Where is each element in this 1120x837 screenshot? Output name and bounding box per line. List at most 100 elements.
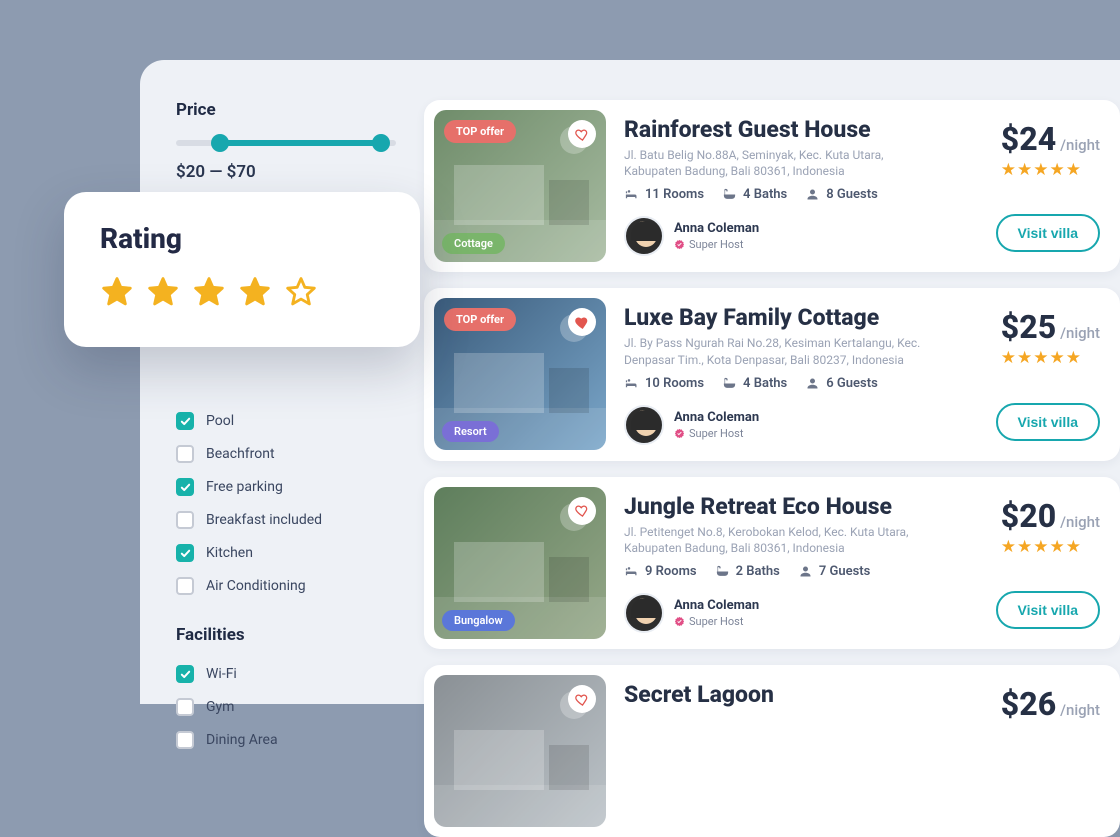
facility-item[interactable]: Gym — [176, 698, 396, 716]
host-name: Anna Coleman — [674, 221, 759, 236]
checkbox[interactable] — [176, 412, 194, 430]
price-handle-min[interactable] — [211, 134, 229, 152]
checkbox[interactable] — [176, 731, 194, 749]
favorite-button[interactable] — [568, 497, 596, 525]
facility-label: Wi-Fi — [206, 666, 237, 682]
checkbox[interactable] — [176, 665, 194, 683]
checkbox[interactable] — [176, 698, 194, 716]
facility-item[interactable]: Free parking — [176, 478, 396, 496]
listing-price-column: $25 /night ★★★★★ Visit villa — [990, 298, 1110, 450]
visit-button[interactable]: Visit villa — [996, 403, 1100, 441]
facility-item[interactable]: Wi-Fi — [176, 665, 396, 683]
facility-item[interactable]: Breakfast included — [176, 511, 396, 529]
top-offer-badge: TOP offer — [444, 120, 516, 143]
favorite-button[interactable] — [568, 120, 596, 148]
rating-star[interactable] — [238, 275, 272, 313]
host-name: Anna Coleman — [674, 410, 759, 425]
listing-details: Secret Lagoon — [624, 675, 972, 827]
listing-stars: ★★★★★ — [1001, 537, 1100, 557]
facility-label: Kitchen — [206, 545, 253, 561]
listing-price: $20 — [1001, 497, 1056, 535]
visit-button[interactable]: Visit villa — [996, 591, 1100, 629]
property-tag: Cottage — [442, 233, 505, 254]
checkbox[interactable] — [176, 577, 194, 595]
visit-button[interactable]: Visit villa — [996, 214, 1100, 252]
listing-card: TOP offer Cottage Rainforest Guest House… — [424, 100, 1120, 272]
checkbox[interactable] — [176, 511, 194, 529]
listing-stats: 9 Rooms 2 Baths 7 Guests — [624, 564, 972, 579]
facility-item[interactable]: Dining Area — [176, 731, 396, 749]
listing-address: Jl. Petitenget No.8, Kerobokan Kelod, Ke… — [624, 524, 944, 556]
stat-guests: 6 Guests — [805, 376, 878, 391]
facility-label: Pool — [206, 413, 234, 429]
listing-price: $26 — [1001, 685, 1056, 723]
host-avatar — [624, 593, 664, 633]
listing-thumbnail[interactable]: Bungalow — [434, 487, 606, 639]
listing-price-column: $26 /night — [990, 675, 1110, 827]
listing-details: Jungle Retreat Eco House Jl. Petitenget … — [624, 487, 972, 639]
stat-baths: 4 Baths — [722, 376, 787, 391]
facility-item[interactable]: Kitchen — [176, 544, 396, 562]
listing-address: Jl. Batu Belig No.88A, Seminyak, Kec. Ku… — [624, 147, 944, 179]
host-badge: Super Host — [674, 238, 759, 251]
price-range-display: $20 — $70 — [176, 162, 396, 182]
host-badge: Super Host — [674, 427, 759, 440]
host-avatar — [624, 405, 664, 445]
checkbox[interactable] — [176, 544, 194, 562]
facility-item[interactable]: Pool — [176, 412, 396, 430]
top-offer-badge: TOP offer — [444, 308, 516, 331]
listing-thumbnail[interactable]: TOP offer Cottage — [434, 110, 606, 262]
facility-item[interactable]: Beachfront — [176, 445, 396, 463]
listing-title: Rainforest Guest House — [624, 116, 972, 143]
listing-title: Secret Lagoon — [624, 681, 972, 708]
listing-thumbnail[interactable] — [434, 675, 606, 827]
listing-price: $24 — [1001, 120, 1056, 158]
listing-thumbnail[interactable]: TOP offer Resort — [434, 298, 606, 450]
facility-item[interactable]: Air Conditioning — [176, 577, 396, 595]
stat-baths: 4 Baths — [722, 187, 787, 202]
checkbox[interactable] — [176, 445, 194, 463]
property-tag: Resort — [442, 421, 499, 442]
facility-label: Free parking — [206, 479, 283, 495]
listing-details: Rainforest Guest House Jl. Batu Belig No… — [624, 110, 972, 262]
facility-label: Breakfast included — [206, 512, 322, 528]
facility-label: Beachfront — [206, 446, 275, 462]
rating-star[interactable] — [146, 275, 180, 313]
price-slider[interactable] — [176, 140, 396, 146]
facility-label: Dining Area — [206, 732, 278, 748]
price-section: Price $20 — $70 — [176, 100, 396, 182]
listing-stats: 11 Rooms 4 Baths 8 Guests — [624, 187, 972, 202]
stat-rooms: 10 Rooms — [624, 376, 704, 391]
listing-stars: ★★★★★ — [1001, 348, 1100, 368]
listing-address: Jl. By Pass Ngurah Rai No.28, Kesiman Ke… — [624, 335, 944, 367]
stat-guests: 8 Guests — [805, 187, 878, 202]
property-tag: Bungalow — [442, 610, 515, 631]
rating-star[interactable] — [284, 275, 318, 313]
rating-popover: Rating — [64, 192, 420, 347]
rating-star[interactable] — [192, 275, 226, 313]
listing-title: Luxe Bay Family Cottage — [624, 304, 972, 331]
price-title: Price — [176, 100, 396, 120]
app-window: Price $20 — $70 Pool Beachfront Free par… — [140, 60, 1120, 704]
listing-stats: 10 Rooms 4 Baths 6 Guests — [624, 376, 972, 391]
listing-title: Jungle Retreat Eco House — [624, 493, 972, 520]
listing-card: Bungalow Jungle Retreat Eco House Jl. Pe… — [424, 477, 1120, 649]
facilities-section: Facilities Wi-Fi Gym Dining Area — [176, 625, 396, 749]
listing-price-column: $24 /night ★★★★★ Visit villa — [990, 110, 1110, 262]
facility-label: Air Conditioning — [206, 578, 306, 594]
listing-stars: ★★★★★ — [1001, 160, 1100, 180]
host-block: Anna Coleman Super Host — [624, 405, 972, 445]
listing-price: $25 — [1001, 308, 1056, 346]
price-handle-max[interactable] — [372, 134, 390, 152]
favorite-button[interactable] — [568, 685, 596, 713]
rating-popover-title: Rating — [100, 222, 384, 255]
host-name: Anna Coleman — [674, 598, 759, 613]
checkbox[interactable] — [176, 478, 194, 496]
host-avatar — [624, 216, 664, 256]
host-block: Anna Coleman Super Host — [624, 216, 972, 256]
results-list: TOP offer Cottage Rainforest Guest House… — [424, 100, 1120, 704]
per-night-label: /night — [1060, 513, 1100, 531]
host-block: Anna Coleman Super Host — [624, 593, 972, 633]
rating-star[interactable] — [100, 275, 134, 313]
listing-price-column: $20 /night ★★★★★ Visit villa — [990, 487, 1110, 639]
